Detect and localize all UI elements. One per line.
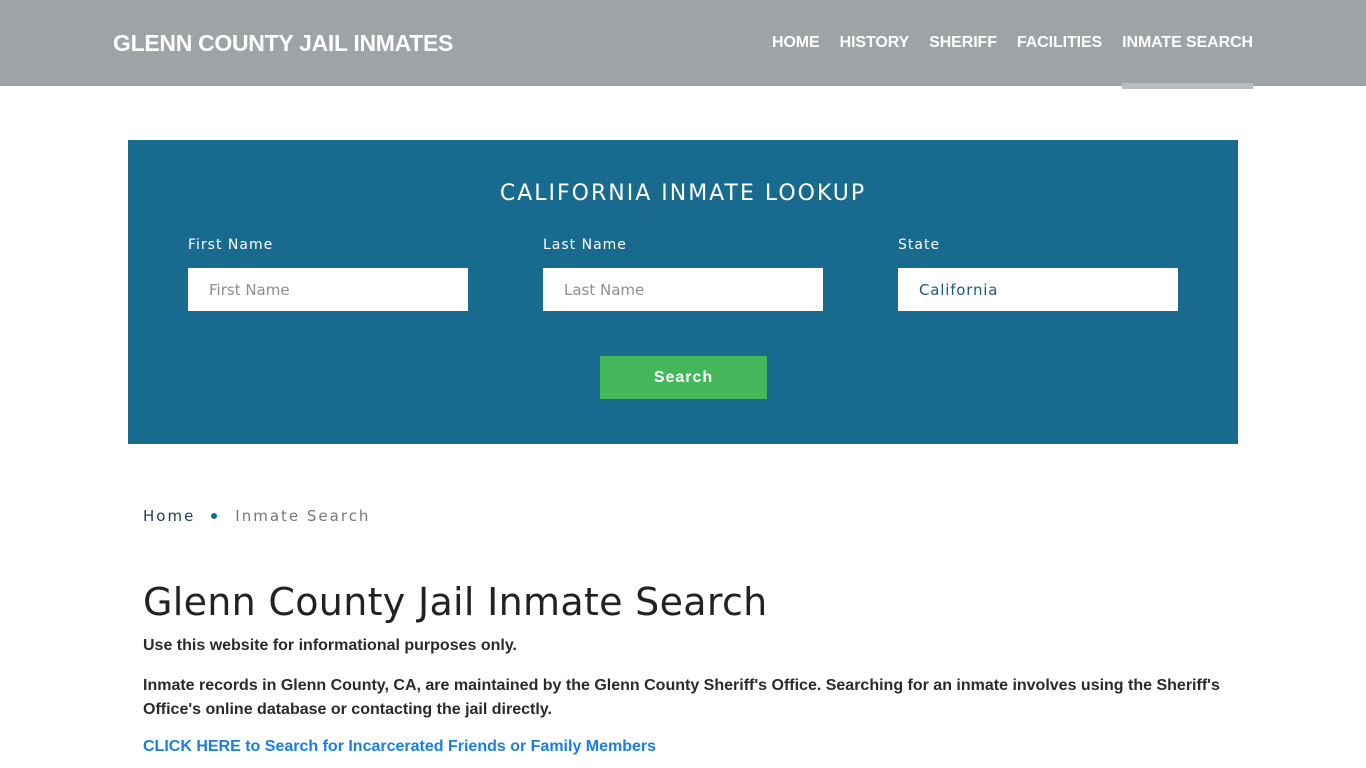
inmate-lookup-panel: CALIFORNIA INMATE LOOKUP First Name Last…	[128, 140, 1238, 444]
state-label: State	[898, 237, 941, 253]
state-input[interactable]	[898, 268, 1178, 311]
disclaimer-text: Use this website for informational purpo…	[143, 637, 517, 654]
nav-home[interactable]: HOME	[772, 0, 820, 86]
site-logo-link[interactable]: GLENN COUNTY JAIL INMATES	[113, 30, 453, 57]
last-name-input[interactable]	[543, 268, 823, 311]
site-header: GLENN COUNTY JAIL INMATES HOME HISTORY S…	[0, 0, 1366, 89]
search-button[interactable]: Search	[600, 356, 767, 399]
first-name-group: First Name	[188, 237, 468, 311]
nav-inmate-search[interactable]: INMATE SEARCH	[1122, 0, 1253, 89]
intro-text: Inmate records in Glenn County, CA, are …	[143, 677, 1220, 718]
nav-facilities[interactable]: FACILITIES	[1017, 0, 1102, 86]
breadcrumb-current: Inmate Search	[235, 507, 371, 525]
state-group: State	[898, 237, 1178, 311]
first-name-input[interactable]	[188, 268, 468, 311]
lookup-title: CALIFORNIA INMATE LOOKUP	[499, 181, 867, 206]
last-name-label: Last Name	[543, 237, 627, 253]
breadcrumb-separator-icon	[211, 513, 218, 519]
last-name-group: Last Name	[543, 237, 823, 311]
main-nav: HOME HISTORY SHERIFF FACILITIES INMATE S…	[752, 0, 1253, 89]
breadcrumb-home[interactable]: Home	[143, 507, 195, 525]
first-name-label: First Name	[188, 237, 274, 253]
nav-sheriff[interactable]: SHERIFF	[929, 0, 997, 86]
breadcrumb: Home Inmate Search	[143, 507, 370, 525]
search-family-link[interactable]: CLICK HERE to Search for Incarcerated Fr…	[143, 738, 656, 756]
nav-history[interactable]: HISTORY	[840, 0, 910, 86]
page-title: Glenn County Jail Inmate Search	[143, 580, 768, 624]
